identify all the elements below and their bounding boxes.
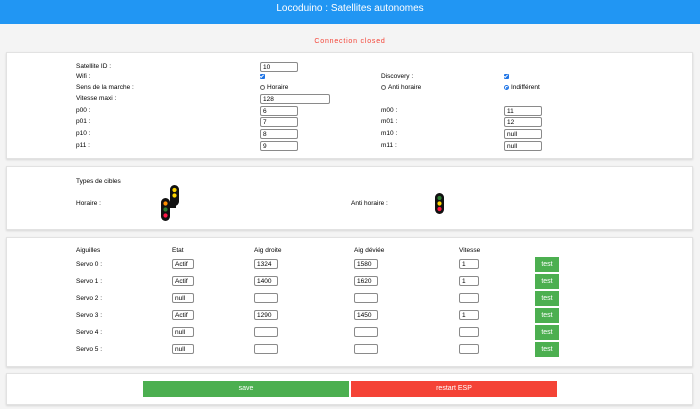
servo-3-label: Servo 3 :	[76, 312, 103, 319]
p01-input[interactable]	[260, 117, 298, 127]
servo-0-deviee-input[interactable]	[354, 259, 378, 269]
servo-2-deviee-input[interactable]	[354, 293, 378, 303]
servo-1-test-button[interactable]: test	[535, 274, 559, 289]
direction-radio-horaire[interactable]	[260, 85, 265, 90]
servo-3-vitesse-input[interactable]	[459, 310, 479, 320]
save-button[interactable]: save	[143, 381, 349, 397]
m00-input[interactable]	[504, 106, 542, 116]
restart-esp-button[interactable]: restart ESP	[351, 381, 557, 397]
max-speed-label: Vitesse maxi :	[76, 95, 117, 102]
servo-1-deviee-input[interactable]	[354, 276, 378, 286]
m10-label: m10 :	[381, 130, 398, 137]
servo-4-test-button[interactable]: test	[535, 325, 559, 340]
p10-label: p10 :	[76, 130, 91, 137]
discovery-label: Discovery :	[381, 73, 414, 80]
connection-status: Connection closed	[314, 38, 386, 45]
header-etat: Etat	[172, 247, 184, 254]
servo-4-vitesse-input[interactable]	[459, 327, 479, 337]
servo-0-test-button[interactable]: test	[535, 257, 559, 272]
double-signal-icon[interactable]	[157, 185, 182, 222]
servo-4-label: Servo 4 :	[76, 329, 103, 336]
app-title: Locoduino : Satellites autonomes	[276, 3, 424, 14]
servo-3-droite-input[interactable]	[254, 310, 278, 320]
header-aig-droite: Aig droite	[254, 247, 282, 254]
targets-card: Types de cibles Horaire : Anti horaire :	[6, 166, 693, 230]
config-card: Satellite ID : Wifi : Discovery : Sens d…	[6, 52, 693, 159]
servo-0-vitesse-input[interactable]	[459, 259, 479, 269]
m01-input[interactable]	[504, 117, 542, 127]
wifi-label: Wifi :	[76, 73, 91, 80]
max-speed-input[interactable]	[260, 94, 330, 104]
direction-radio-anti-horaire[interactable]	[381, 85, 386, 90]
servo-1-vitesse-input[interactable]	[459, 276, 479, 286]
header-vitesse: Vitesse	[459, 247, 481, 254]
p01-label: p01 :	[76, 118, 91, 125]
servo-5-droite-input[interactable]	[254, 344, 278, 354]
servo-4-deviee-input[interactable]	[354, 327, 378, 337]
servo-2-test-button[interactable]: test	[535, 291, 559, 306]
servo-0-etat-input[interactable]	[172, 259, 194, 269]
single-signal-icon[interactable]	[434, 193, 446, 215]
servos-card: Aiguilles Etat Aig droite Aig déviée Vit…	[6, 237, 693, 367]
header-aiguilles: Aiguilles	[76, 247, 101, 254]
servo-4-etat-input[interactable]	[172, 327, 194, 337]
m11-input[interactable]	[504, 141, 542, 151]
app-header: Locoduino : Satellites autonomes	[0, 0, 700, 24]
p10-input[interactable]	[260, 129, 298, 139]
targets-title: Types de cibles	[76, 178, 121, 185]
servo-1-droite-input[interactable]	[254, 276, 278, 286]
p11-label: p11 :	[76, 142, 90, 149]
actions-card: save restart ESP	[6, 373, 693, 405]
direction-option-horaire: Horaire	[267, 84, 289, 91]
servo-5-vitesse-input[interactable]	[459, 344, 479, 354]
servo-2-etat-input[interactable]	[172, 293, 194, 303]
servo-0-label: Servo 0 :	[76, 261, 103, 268]
header-aig-deviee: Aig déviée	[354, 247, 385, 254]
p00-input[interactable]	[260, 106, 298, 116]
servo-2-vitesse-input[interactable]	[459, 293, 479, 303]
direction-radio-indifferent[interactable]	[504, 85, 509, 90]
counter-clockwise-label: Anti horaire :	[351, 200, 388, 207]
p11-input[interactable]	[260, 141, 298, 151]
satellite-id-label: Satellite ID :	[76, 63, 112, 70]
servo-1-label: Servo 1 :	[76, 278, 103, 285]
servo-5-etat-input[interactable]	[172, 344, 194, 354]
servo-4-droite-input[interactable]	[254, 327, 278, 337]
direction-label: Sens de la marche :	[76, 84, 134, 91]
servo-5-test-button[interactable]: test	[535, 342, 559, 357]
servo-0-droite-input[interactable]	[254, 259, 278, 269]
servo-3-deviee-input[interactable]	[354, 310, 378, 320]
servo-3-etat-input[interactable]	[172, 310, 194, 320]
servo-3-test-button[interactable]: test	[535, 308, 559, 323]
direction-option-indifferent: Indifférent	[511, 84, 540, 91]
m01-label: m01 :	[381, 118, 398, 125]
satellite-id-input[interactable]	[260, 62, 298, 72]
m10-input[interactable]	[504, 129, 542, 139]
servo-5-deviee-input[interactable]	[354, 344, 378, 354]
discovery-checkbox[interactable]	[504, 74, 509, 79]
servo-1-etat-input[interactable]	[172, 276, 194, 286]
m00-label: m00 :	[381, 107, 398, 114]
m11-label: m11 :	[381, 142, 397, 149]
servo-2-droite-input[interactable]	[254, 293, 278, 303]
servo-2-label: Servo 2 :	[76, 295, 103, 302]
servo-5-label: Servo 5 :	[76, 346, 103, 353]
p00-label: p00 :	[76, 107, 91, 114]
clockwise-label: Horaire :	[76, 200, 101, 207]
direction-option-anti-horaire: Anti horaire	[388, 84, 422, 91]
wifi-checkbox[interactable]	[260, 74, 265, 79]
